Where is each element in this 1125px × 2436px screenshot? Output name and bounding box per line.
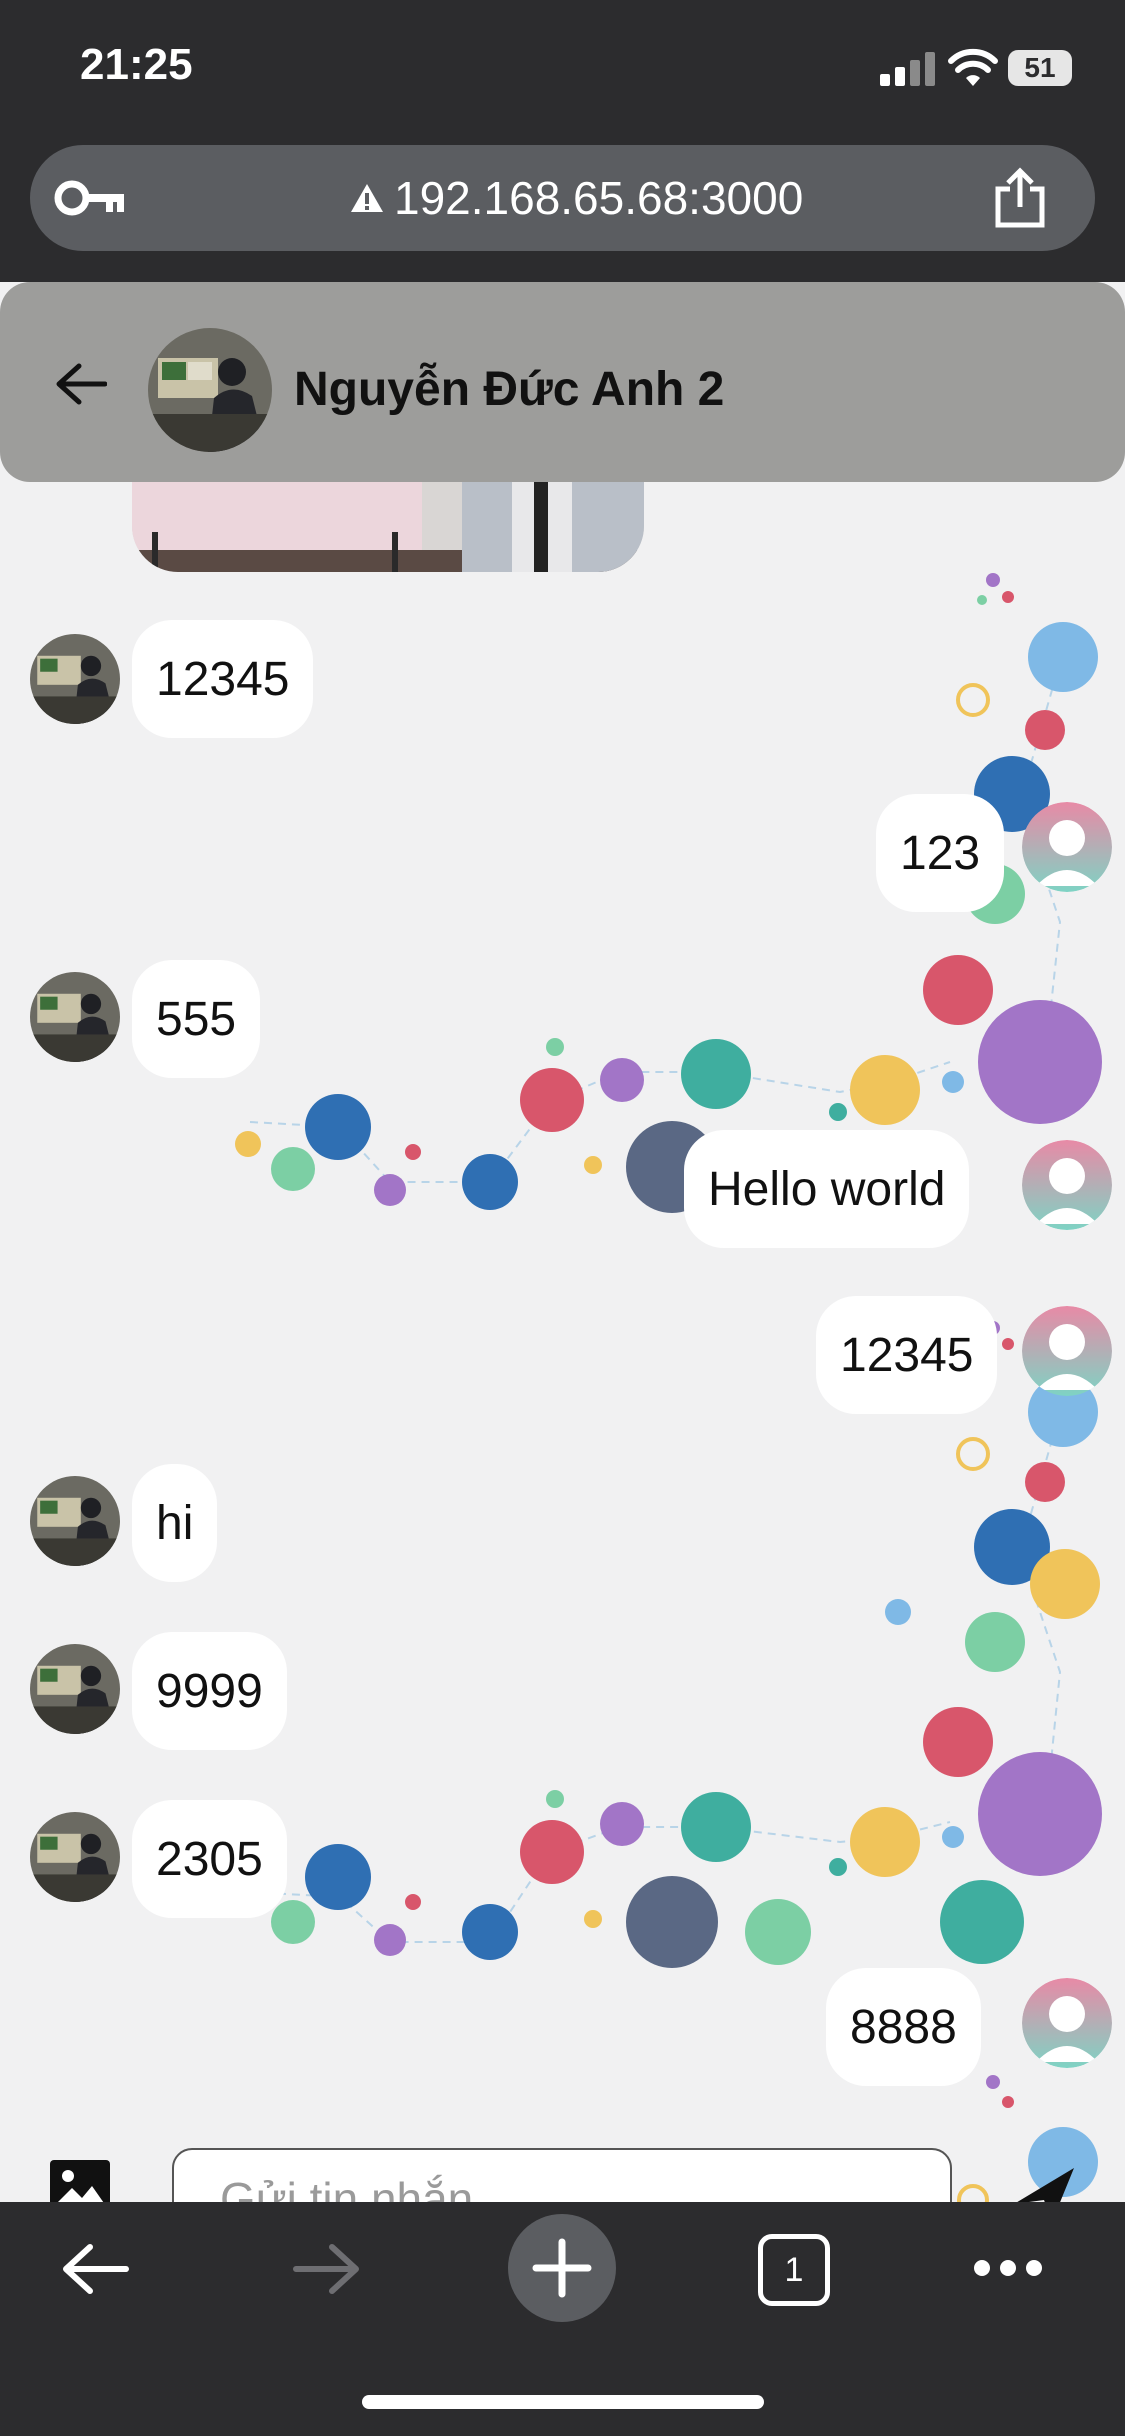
back-arrow-icon[interactable]: [55, 362, 107, 406]
chat-area[interactable]: Nguyễn Đức Anh 2 12345 123 555 Hello wor…: [0, 282, 1125, 2202]
own-avatar[interactable]: [1022, 1306, 1112, 1396]
avatar-photo-icon: [30, 1476, 120, 1566]
user-placeholder-icon: [1022, 802, 1112, 892]
address-bar[interactable]: 192.168.65.68:3000: [30, 145, 1095, 251]
own-avatar[interactable]: [1022, 1140, 1112, 1230]
wifi-icon: [948, 48, 998, 86]
warning-icon: [351, 184, 383, 212]
message-bubble[interactable]: 2305: [132, 1800, 287, 1918]
user-placeholder-icon: [1022, 1978, 1112, 2068]
message-bubble[interactable]: 12345: [816, 1296, 998, 1414]
message-input[interactable]: Gửi tin nhắn: [172, 2148, 952, 2202]
user-placeholder-icon: [1022, 1140, 1112, 1230]
own-avatar[interactable]: [1022, 1978, 1112, 2068]
avatar-photo-icon: [30, 972, 120, 1062]
home-indicator: [362, 2395, 764, 2409]
battery-icon: 51: [1008, 50, 1072, 86]
message-bubble[interactable]: hi: [132, 1464, 218, 1582]
key-icon[interactable]: [54, 175, 126, 221]
status-bar: 21:25 51: [0, 0, 1125, 140]
more-icon[interactable]: [972, 2258, 1044, 2278]
plus-icon: [532, 2238, 592, 2298]
cellular-signal-icon: [880, 52, 935, 86]
forward-icon[interactable]: [292, 2242, 362, 2296]
avatar-photo-icon: [30, 634, 120, 724]
message-bubble[interactable]: 12345: [132, 620, 314, 738]
sender-avatar[interactable]: [30, 1476, 120, 1566]
avatar-photo-icon: [30, 1812, 120, 1902]
image-message[interactable]: [132, 472, 644, 572]
sender-avatar[interactable]: [30, 634, 120, 724]
composer: Gửi tin nhắn: [0, 2112, 1125, 2202]
tabs-button[interactable]: 1: [758, 2234, 830, 2306]
message-bubble[interactable]: Hello world: [684, 1130, 970, 1248]
new-tab-button[interactable]: [508, 2214, 616, 2322]
sender-avatar[interactable]: [30, 972, 120, 1062]
status-time: 21:25: [80, 40, 193, 89]
contact-name: Nguyễn Đức Anh 2: [294, 363, 725, 416]
image-upload-icon[interactable]: [48, 2158, 112, 2202]
url-text-wrap[interactable]: 192.168.65.68:3000: [350, 171, 803, 225]
message-bubble[interactable]: 9999: [132, 1632, 287, 1750]
own-avatar[interactable]: [1022, 802, 1112, 892]
avatar-photo-icon: [30, 1644, 120, 1734]
message-bubble[interactable]: 555: [132, 960, 261, 1078]
user-placeholder-icon: [1022, 1306, 1112, 1396]
send-icon[interactable]: [1012, 2164, 1076, 2202]
contact-avatar[interactable]: [148, 328, 272, 452]
share-icon[interactable]: [992, 167, 1048, 229]
url-text[interactable]: 192.168.65.68:3000: [394, 171, 803, 225]
back-icon[interactable]: [60, 2242, 130, 2296]
avatar-photo-icon: [148, 328, 272, 452]
sender-avatar[interactable]: [30, 1812, 120, 1902]
chat-header: Nguyễn Đức Anh 2: [0, 282, 1125, 482]
message-photo-icon: [132, 472, 644, 572]
sender-avatar[interactable]: [30, 1644, 120, 1734]
message-bubble[interactable]: 8888: [826, 1968, 981, 2086]
message-bubble[interactable]: 123: [876, 794, 1005, 912]
